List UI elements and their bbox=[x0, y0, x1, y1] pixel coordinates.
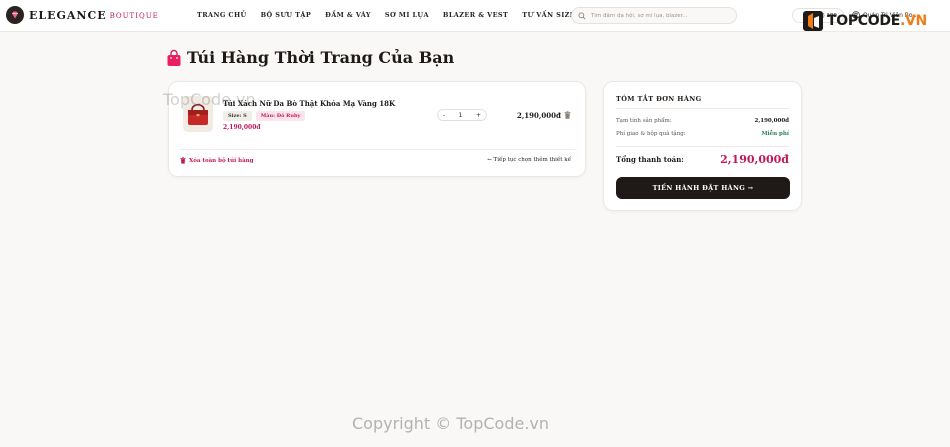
nav-item-home[interactable]: TRANG CHỦ bbox=[197, 11, 247, 19]
quantity-value[interactable]: 1 bbox=[459, 112, 463, 119]
main-nav: TRANG CHỦ BỘ SƯU TẬP ĐẦM & VÁY SƠ MI LỤA… bbox=[197, 11, 589, 19]
line-total: 2,190,000đ bbox=[517, 111, 561, 120]
shipping-value: Miễn phí bbox=[761, 131, 789, 137]
subtotal-value: 2,190,000đ bbox=[754, 118, 789, 124]
brand-name: ELEGANCE bbox=[29, 8, 107, 22]
card-divider bbox=[179, 149, 575, 150]
search-box bbox=[571, 7, 737, 24]
nav-item-silk-shirts[interactable]: SƠ MI LỤA bbox=[385, 11, 429, 19]
summary-divider bbox=[616, 108, 789, 109]
topcode-watermark-text: TOPCODE.VN bbox=[827, 13, 927, 29]
page-title: Túi Hàng Thời Trang Của Bạn bbox=[187, 48, 455, 67]
total-value: 2,190,000đ bbox=[720, 153, 789, 166]
topcode-watermark-middle: TopCode.vn bbox=[163, 90, 256, 109]
shopping-bag-icon bbox=[167, 49, 181, 66]
clear-cart-label: Xóa toàn bộ túi hàng bbox=[189, 157, 254, 164]
shipping-row: Phí giao & hộp quà tặng: Miễn phí bbox=[616, 131, 789, 137]
brand-tagline: BOUTIQUE bbox=[109, 12, 159, 20]
diamond-icon bbox=[6, 6, 24, 24]
order-summary-card: TÓM TẮT ĐƠN HÀNG Tạm tính sản phẩm: 2,19… bbox=[603, 81, 802, 211]
nav-item-blazers[interactable]: BLAZER & VEST bbox=[443, 11, 508, 19]
quantity-stepper: - 1 + bbox=[437, 109, 487, 121]
continue-shopping-link[interactable]: ← Tiếp tục chọn thêm thiết kế bbox=[487, 157, 571, 163]
checkout-button[interactable]: TIẾN HÀNH ĐẶT HÀNG → bbox=[616, 177, 790, 199]
nav-item-size-guide[interactable]: TƯ VẤN SIZE bbox=[522, 11, 575, 19]
copyright-watermark: Copyright © TopCode.vn bbox=[352, 414, 550, 433]
trash-icon bbox=[180, 157, 186, 164]
subtotal-row: Tạm tính sản phẩm: 2,190,000đ bbox=[616, 118, 789, 124]
size-badge: Size: S bbox=[223, 111, 252, 121]
total-row: Tổng thanh toán: 2,190,000đ bbox=[616, 153, 789, 166]
shipping-label: Phí giao & hộp quà tặng: bbox=[616, 131, 686, 137]
product-unit-price: 2,190,000đ bbox=[223, 124, 261, 131]
summary-divider bbox=[616, 146, 789, 147]
trash-icon[interactable] bbox=[564, 111, 571, 119]
color-badge: Màu: Đỏ Ruby bbox=[255, 111, 306, 121]
decrease-quantity-button[interactable]: - bbox=[443, 112, 445, 119]
nav-item-collections[interactable]: BỘ SƯU TẬP bbox=[261, 11, 311, 19]
brand-logo[interactable]: ELEGANCE BOUTIQUE bbox=[6, 6, 159, 24]
product-variant-tags: Size: S Màu: Đỏ Ruby bbox=[223, 111, 309, 121]
topcode-logo-icon bbox=[803, 11, 823, 31]
search-input[interactable] bbox=[591, 12, 731, 19]
increase-quantity-button[interactable]: + bbox=[476, 112, 481, 119]
search-icon bbox=[578, 12, 586, 20]
nav-item-dresses[interactable]: ĐẦM & VÁY bbox=[325, 11, 371, 19]
page-heading: Túi Hàng Thời Trang Của Bạn bbox=[166, 48, 454, 67]
total-label: Tổng thanh toán: bbox=[616, 155, 684, 164]
clear-cart-button[interactable]: Xóa toàn bộ túi hàng bbox=[180, 157, 253, 164]
topcode-watermark-logo: TOPCODE.VN bbox=[802, 10, 927, 32]
summary-title: TÓM TẮT ĐƠN HÀNG bbox=[616, 95, 702, 103]
subtotal-label: Tạm tính sản phẩm: bbox=[616, 118, 672, 124]
